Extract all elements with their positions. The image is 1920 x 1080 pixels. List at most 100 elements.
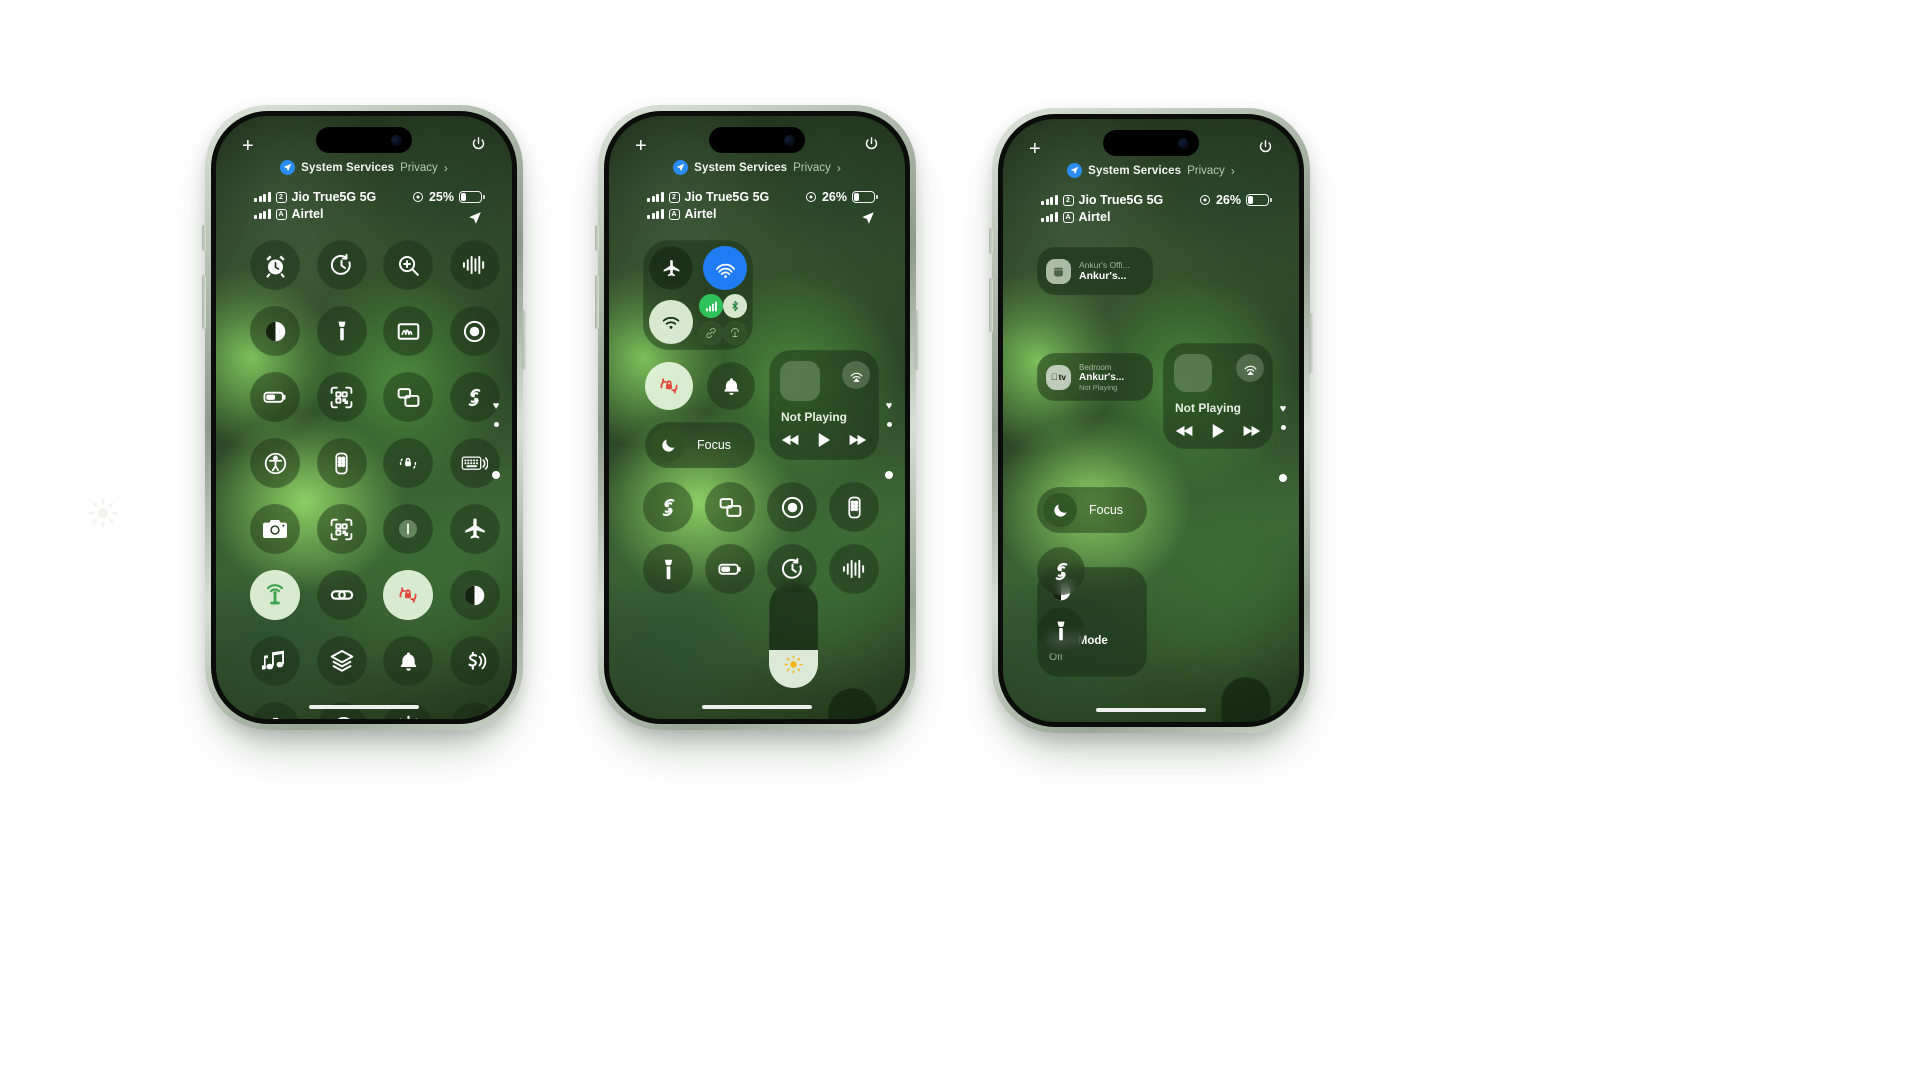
mute-switch-left-2[interactable] [595, 225, 599, 251]
screen-recording-button[interactable] [767, 482, 817, 532]
zoom-magnifier-button[interactable] [383, 240, 433, 290]
volume-buttons-left-2[interactable] [595, 275, 599, 329]
volume-buttons-left[interactable] [202, 275, 206, 329]
markup-screenshot-button[interactable] [383, 306, 433, 356]
satellite-button[interactable] [723, 321, 747, 345]
page-dot-2[interactable] [492, 471, 500, 479]
power-icon-3[interactable] [1258, 139, 1273, 154]
rotation-lock-button[interactable] [645, 362, 693, 410]
shazam-button-3[interactable] [1037, 547, 1085, 595]
focus-toggle-3[interactable]: Focus [1037, 487, 1147, 533]
now-playing-module[interactable]: Not Playing [769, 350, 879, 460]
page-dot-2-2[interactable] [885, 471, 893, 479]
low-power-mode-button[interactable] [705, 544, 755, 594]
chain-link-button[interactable] [316, 570, 367, 620]
brightness-slider-3[interactable] [1221, 677, 1271, 722]
low-power-mode-button[interactable] [250, 372, 300, 422]
airplay-audio-icon[interactable] [842, 361, 870, 389]
cellular-data-button[interactable] [699, 294, 723, 318]
rotation-lock-active-button[interactable] [383, 570, 433, 620]
screen-recording-button[interactable] [449, 306, 500, 356]
music-recognition-button[interactable] [250, 636, 300, 686]
rewind-icon-3[interactable] [1175, 424, 1194, 438]
flashlight-button-3[interactable] [1037, 607, 1085, 655]
media-transport-controls[interactable] [781, 432, 867, 448]
volume-buttons-left-3[interactable] [989, 278, 993, 332]
airplane-mode-button[interactable] [649, 246, 693, 290]
power-icon-2[interactable] [864, 136, 879, 151]
clean-up-button[interactable] [449, 702, 500, 719]
media-transport-controls-3[interactable] [1175, 423, 1261, 439]
forward-icon[interactable] [848, 433, 867, 447]
play-icon-3[interactable] [1211, 423, 1225, 439]
haptics-watch-button[interactable] [250, 702, 300, 719]
play-icon[interactable] [817, 432, 831, 448]
screen-mirroring-button[interactable] [705, 482, 755, 532]
now-playing-module-3[interactable]: Not Playing [1163, 343, 1273, 449]
low-power-badge-icon-2 [805, 192, 816, 202]
stopwatch-button[interactable] [767, 544, 817, 594]
volume-slider[interactable] [828, 688, 877, 719]
page-dot-1-2[interactable] [886, 422, 892, 427]
stopwatch-button[interactable] [316, 240, 367, 290]
alarm-button[interactable] [250, 240, 300, 290]
flashlight-button[interactable] [316, 306, 367, 356]
personal-hotspot-button[interactable] [250, 570, 300, 620]
add-control-button[interactable]: + [242, 136, 254, 156]
bluetooth-button[interactable] [723, 294, 747, 318]
power-button-right[interactable] [522, 310, 526, 370]
page-rail-3[interactable]: ♥ [1279, 404, 1287, 482]
qr-code-reader-button[interactable] [316, 504, 367, 554]
brightness-slider[interactable] [769, 582, 818, 688]
page-rail-2[interactable]: ♥ [885, 401, 893, 479]
privacy-indicator-row[interactable]: System Services Privacy › [216, 160, 512, 175]
focus-toggle[interactable]: Focus [645, 422, 755, 468]
power-button-right-2[interactable] [915, 310, 919, 370]
rotation-lock-button[interactable] [383, 438, 433, 488]
add-control-button-2[interactable]: + [635, 136, 647, 156]
apple-pay-button[interactable] [449, 636, 500, 686]
home-indicator-2 [702, 705, 812, 709]
page-rail[interactable]: ♥ [492, 401, 500, 479]
power-icon[interactable] [471, 136, 486, 151]
apple-tv-remote-button[interactable] [829, 482, 879, 532]
shazam-button[interactable] [643, 482, 693, 532]
now-playing-title-3: Not Playing [1175, 401, 1242, 415]
airdrop-button[interactable] [703, 246, 747, 290]
favorites-heart-icon[interactable]: ♥ [493, 401, 500, 412]
page-dot-1[interactable] [493, 422, 499, 427]
appletv-card[interactable]: tv Bedroom Ankur's... Not Playing [1037, 353, 1153, 401]
connectivity-module[interactable] [643, 240, 753, 350]
screen-mirroring-button[interactable] [383, 372, 433, 422]
power-button-right-3[interactable] [1309, 313, 1313, 373]
apple-tv-remote-button[interactable] [316, 438, 367, 488]
add-control-button-3[interactable]: + [1029, 139, 1041, 159]
code-scanner-button[interactable] [316, 372, 367, 422]
page-dot-2-3[interactable] [1279, 474, 1287, 482]
sound-waveform-button[interactable] [829, 544, 879, 594]
privacy-indicator-row-3[interactable]: System Services Privacy › [1003, 163, 1299, 178]
accessibility-button[interactable] [250, 438, 300, 488]
sound-waveform-button[interactable] [449, 240, 500, 290]
dark-mode-button[interactable] [250, 306, 300, 356]
flashlight-button[interactable] [643, 544, 693, 594]
stack-layers-button[interactable] [316, 636, 367, 686]
ring-bell-button[interactable] [383, 636, 433, 686]
mute-switch-left[interactable] [202, 225, 206, 251]
appearance-toggle-button[interactable] [449, 570, 500, 620]
airplane-mode-button[interactable] [449, 504, 500, 554]
flashlight-dim-button[interactable] [383, 504, 433, 554]
mute-switch-left-3[interactable] [989, 228, 993, 254]
camera-button[interactable] [250, 504, 300, 554]
airplay-audio-icon-3[interactable] [1236, 354, 1264, 382]
homepod-card[interactable]: Ankur's Offi... Ankur's... [1037, 247, 1153, 295]
favorites-heart-icon-3[interactable]: ♥ [1280, 404, 1287, 415]
forward-icon-3[interactable] [1242, 424, 1261, 438]
wifi-button[interactable] [649, 300, 693, 344]
favorites-heart-icon-2[interactable]: ♥ [886, 401, 893, 412]
rewind-icon[interactable] [781, 433, 800, 447]
privacy-indicator-row-2[interactable]: System Services Privacy › [609, 160, 905, 175]
satellite-link-button[interactable] [699, 321, 723, 345]
silent-mode-button[interactable] [707, 362, 755, 410]
page-dot-1-3[interactable] [1280, 425, 1286, 430]
